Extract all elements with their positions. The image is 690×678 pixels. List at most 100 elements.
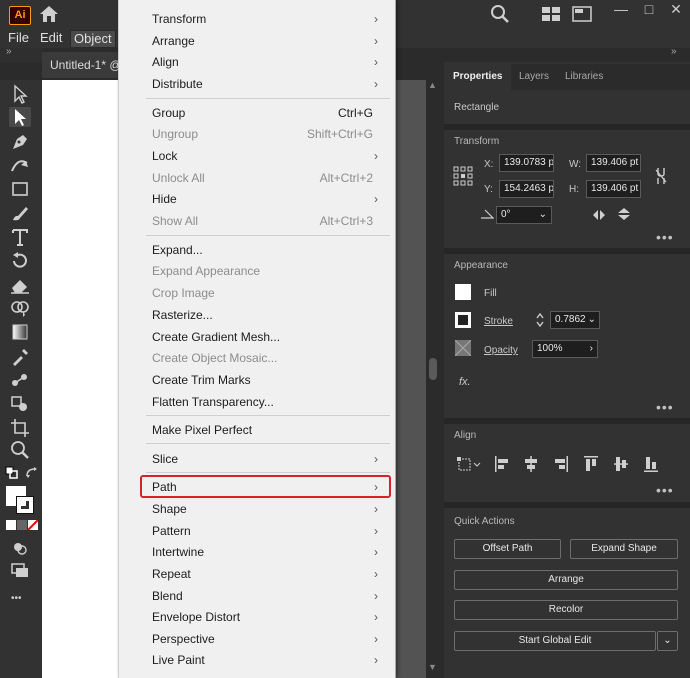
artboard[interactable] (42, 80, 118, 678)
menu-item-align[interactable]: Align (152, 52, 179, 72)
menu-item-group[interactable]: Group (152, 103, 185, 123)
fx-icon[interactable]: fx. (459, 376, 471, 388)
menu-item-perspective[interactable]: Perspective (152, 629, 215, 649)
align-top-icon[interactable] (583, 455, 599, 473)
menu-item-envelope-distort[interactable]: Envelope Distort (152, 607, 240, 627)
appearance-more-options-icon[interactable]: ••• (656, 399, 674, 415)
selection-tool-icon[interactable] (9, 84, 31, 104)
swap-colors-icon[interactable] (25, 466, 39, 480)
menu-item-rasterize[interactable]: Rasterize... (152, 305, 213, 325)
blend-tool-icon[interactable] (9, 370, 31, 390)
stroke-weight-field[interactable]: 0.7862 ⌄ (550, 311, 600, 329)
collapse-icon[interactable]: » (6, 46, 12, 57)
opacity-label[interactable]: Opacity (484, 345, 518, 356)
y-field[interactable]: 154.2463 p (499, 180, 554, 198)
menu-item-transform[interactable]: Transform (152, 9, 206, 29)
menu-edit[interactable]: Edit (37, 30, 65, 46)
menu-item-flatten-transparency[interactable]: Flatten Transparency... (152, 392, 274, 412)
menu-item-live-paint[interactable]: Live Paint (152, 650, 205, 670)
color-mode-icons[interactable] (6, 520, 38, 530)
opacity-field[interactable]: 100% › (532, 340, 598, 358)
arrange-button[interactable]: Arrange (454, 570, 678, 590)
reference-point-icon[interactable] (453, 166, 473, 186)
arrange-documents-icon[interactable] (541, 6, 561, 22)
more-tools-icon[interactable]: ••• (11, 593, 22, 604)
align-vertical-center-icon[interactable] (613, 455, 629, 473)
align-left-icon[interactable] (494, 455, 510, 473)
eraser-tool-icon[interactable] (9, 275, 31, 295)
maximize-button[interactable]: □ (637, 0, 661, 20)
chevron-down-icon[interactable]: ⌄ (539, 207, 547, 223)
paintbrush-tool-icon[interactable] (9, 203, 31, 223)
pen-tool-icon[interactable] (9, 131, 31, 151)
expand-shape-button[interactable]: Expand Shape (570, 539, 678, 559)
tab-properties[interactable]: Properties (444, 64, 512, 90)
menu-item-create-trim-marks[interactable]: Create Trim Marks (152, 370, 251, 390)
draw-mode-icon[interactable] (9, 538, 31, 558)
h-field[interactable]: 139.406 pt (586, 180, 641, 198)
search-icon[interactable] (490, 4, 510, 24)
chevron-right-icon[interactable]: › (590, 341, 593, 357)
recolor-button[interactable]: Recolor (454, 600, 678, 620)
direct-selection-tool-icon[interactable] (9, 107, 31, 127)
menu-item-path[interactable]: Path (152, 477, 177, 497)
start-global-edit-button[interactable]: Start Global Edit (454, 631, 656, 651)
stroke-color-swatch[interactable] (16, 496, 34, 514)
workspace-switcher-icon[interactable] (572, 6, 592, 22)
chevron-down-icon[interactable]: ⌄ (588, 312, 596, 328)
align-bottom-icon[interactable] (643, 455, 659, 473)
fill-swatch[interactable] (455, 284, 471, 300)
close-button[interactable]: ✕ (664, 0, 688, 20)
home-icon[interactable] (38, 4, 60, 24)
stroke-stepper-icon[interactable] (535, 311, 545, 329)
type-tool-icon[interactable] (9, 227, 31, 247)
menu-item-shape[interactable]: Shape (152, 499, 187, 519)
symbol-sprayer-tool-icon[interactable] (9, 394, 31, 414)
tab-libraries[interactable]: Libraries (556, 64, 612, 90)
menu-object[interactable]: Object (70, 30, 116, 48)
menu-item-lock[interactable]: Lock (152, 146, 177, 166)
stroke-swatch[interactable] (455, 312, 471, 328)
x-field[interactable]: 139.0783 p (499, 154, 554, 172)
menu-item-expand[interactable]: Expand... (152, 240, 203, 260)
menu-item-slice[interactable]: Slice (152, 449, 178, 469)
rotate-tool-icon[interactable] (9, 251, 31, 271)
constrain-proportions-icon[interactable] (654, 166, 668, 186)
flip-horizontal-icon[interactable] (591, 208, 607, 222)
artboard-tool-icon[interactable] (9, 417, 31, 437)
minimize-button[interactable]: — (609, 0, 633, 20)
offset-path-button[interactable]: Offset Path (454, 539, 561, 559)
stroke-label[interactable]: Stroke (484, 316, 513, 327)
screen-mode-icon[interactable] (9, 560, 31, 580)
default-colors-icon[interactable] (5, 466, 19, 480)
menu-item-blend[interactable]: Blend (152, 586, 183, 606)
gradient-tool-icon[interactable] (9, 322, 31, 342)
flip-vertical-icon[interactable] (616, 206, 632, 222)
menu-file[interactable]: File (5, 30, 32, 46)
document-tab[interactable]: Untitled-1* @ (42, 52, 126, 78)
w-field[interactable]: 139.406 pt (586, 154, 641, 172)
menu-item-intertwine[interactable]: Intertwine (152, 542, 204, 562)
global-edit-options-button[interactable]: ⌄ (657, 631, 678, 651)
scroll-up-icon[interactable]: ▲ (428, 80, 437, 90)
menu-item-repeat[interactable]: Repeat (152, 564, 191, 584)
align-horizontal-center-icon[interactable] (523, 455, 539, 473)
align-more-options-icon[interactable]: ••• (656, 482, 674, 498)
menu-item-pattern[interactable]: Pattern (152, 521, 191, 541)
menu-item-make-pixel-perfect[interactable]: Make Pixel Perfect (152, 420, 252, 440)
menu-item-hide[interactable]: Hide (152, 189, 177, 209)
menu-item-create-gradient-mesh[interactable]: Create Gradient Mesh... (152, 327, 280, 347)
align-to-selection-icon[interactable] (456, 455, 484, 473)
rotate-angle-field[interactable]: 0° ⌄ (496, 206, 552, 224)
rectangle-tool-icon[interactable] (9, 179, 31, 199)
scrollbar-thumb[interactable] (429, 358, 437, 380)
scroll-down-icon[interactable]: ▼ (428, 662, 437, 672)
zoom-tool-icon[interactable] (9, 440, 31, 460)
shape-builder-tool-icon[interactable] (9, 298, 31, 318)
eyedropper-tool-icon[interactable] (9, 346, 31, 366)
curvature-tool-icon[interactable] (9, 155, 31, 175)
transform-more-options-icon[interactable]: ••• (656, 229, 674, 245)
tab-layers[interactable]: Layers (510, 64, 558, 90)
menu-item-distribute[interactable]: Distribute (152, 74, 203, 94)
collapse-panels-icon[interactable]: » (671, 46, 677, 57)
